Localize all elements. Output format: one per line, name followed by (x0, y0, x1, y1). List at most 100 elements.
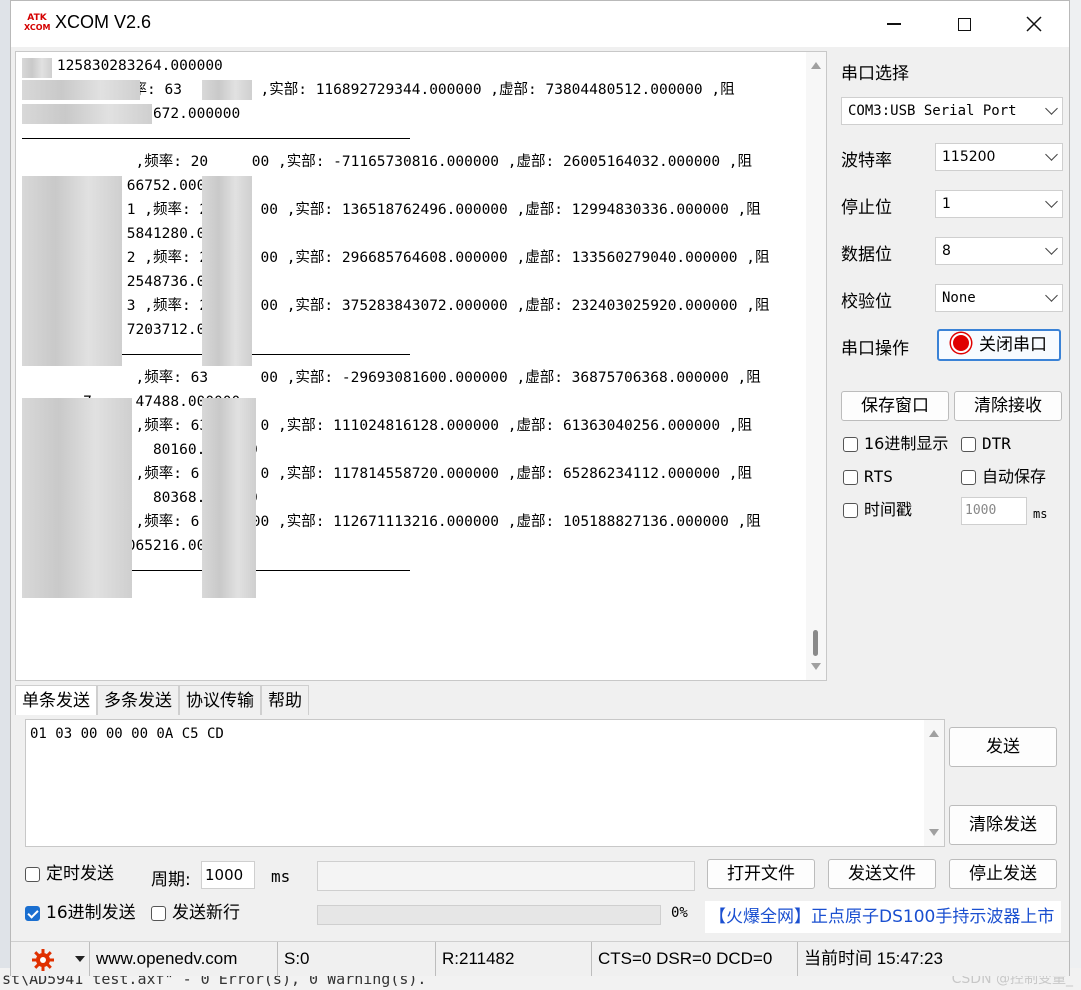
save-window-button[interactable]: 保存窗口 (841, 391, 949, 421)
gear-icon[interactable] (31, 948, 55, 972)
send-tabs: 单条发送 多条发送 协议传输 帮助 (15, 685, 309, 715)
send-text: 01 03 00 00 00 0A C5 CD (30, 726, 224, 742)
chevron-down-icon (1045, 195, 1058, 208)
scroll-thumb[interactable] (813, 630, 818, 656)
blur-mask (202, 80, 252, 100)
minimize-button[interactable] (859, 1, 929, 47)
baud-select[interactable]: 115200 (935, 143, 1063, 171)
period-unit: ms (271, 867, 291, 886)
send-file-button[interactable]: 发送文件 (828, 859, 936, 889)
received-count: R:211482 (435, 942, 591, 976)
stop-send-button[interactable]: 停止发送 (949, 859, 1057, 889)
period-label: 周期: (151, 870, 191, 890)
parity-select[interactable]: None (935, 284, 1063, 312)
send-scrollbar[interactable] (924, 720, 944, 846)
checkbox-icon (151, 906, 166, 921)
tab-single-send[interactable]: 单条发送 (15, 685, 97, 715)
clear-receive-button[interactable]: 清除接收 (954, 391, 1062, 421)
separator-line (22, 126, 812, 150)
tab-help[interactable]: 帮助 (261, 685, 309, 715)
receive-line: ,频率: 63 0 ,实部: 111024816128.000000 ,虚部: … (22, 418, 753, 434)
close-port-button[interactable]: 关闭串口 (937, 329, 1061, 361)
checkbox-icon (843, 437, 858, 452)
send-progress-bar (317, 905, 661, 925)
port-label: 串口选择 (841, 64, 909, 84)
window-title: XCOM V2.6 (55, 12, 152, 32)
data-bits-label: 数据位 (841, 245, 892, 265)
blur-mask (22, 398, 132, 598)
scroll-up-icon[interactable] (929, 730, 939, 737)
chevron-down-icon (1045, 242, 1058, 255)
receive-line: ,频率: 63 00 ,实部: -29693081600.000000 ,虚部:… (22, 370, 761, 386)
xcom-window: ATK XCOM XCOM V2.6 125830283264.000000 ,… (10, 0, 1070, 976)
separator-line (22, 342, 812, 366)
port-select[interactable]: COM3:USB Serial Port (841, 97, 1063, 125)
rts-checkbox[interactable]: RTS (843, 466, 893, 488)
port-op-label: 串口操作 (841, 339, 909, 359)
checkbox-icon (961, 437, 976, 452)
hex-display-checkbox[interactable]: 16进制显示 (843, 433, 948, 455)
receive-line: 2 ,频率: 20 00 ,实部: 296685764608.000000 ,虚… (22, 250, 770, 266)
open-file-button[interactable]: 打开文件 (707, 859, 815, 889)
parity-label: 校验位 (841, 292, 892, 312)
send-input-area[interactable]: 01 03 00 00 00 0A C5 CD (25, 719, 945, 847)
receive-line: 125830283264.000000 (22, 58, 223, 74)
stop-bits-label: 停止位 (841, 198, 892, 218)
receive-line: 134 80368.000000 (22, 490, 258, 506)
receive-scrollbar[interactable] (806, 52, 826, 680)
receive-line: ,频率: 20 00 ,实部: -71165730816.000000 ,虚部:… (22, 154, 753, 170)
file-path-field[interactable] (317, 861, 695, 891)
receive-line: 126 80160.000000 (22, 442, 258, 458)
period-input[interactable]: 1000 (201, 861, 255, 889)
send-progress-percent: 0% (671, 905, 688, 921)
blur-mask (22, 176, 122, 366)
scroll-down-icon[interactable] (929, 829, 939, 836)
website-link[interactable]: www.openedv.com (89, 942, 277, 976)
maximize-button[interactable] (929, 1, 999, 47)
current-time: 当前时间 15:47:23 (797, 942, 1069, 976)
close-icon (1026, 16, 1042, 32)
checkbox-icon (961, 470, 976, 485)
checkbox-icon (25, 867, 40, 882)
tab-multi-send[interactable]: 多条发送 (97, 685, 179, 715)
blur-mask (22, 104, 152, 124)
maximize-icon (957, 17, 971, 31)
checkbox-checked-icon (25, 906, 40, 921)
checkbox-icon (843, 503, 858, 518)
timed-send-checkbox[interactable]: 定时发送 (25, 863, 114, 885)
chevron-down-icon[interactable] (75, 956, 85, 962)
baud-label: 波特率 (841, 151, 892, 171)
receive-line: 7 47488.000000 (83, 394, 241, 410)
status-bar: www.openedv.com S:0 R:211482 CTS=0 DSR=0… (11, 941, 1069, 976)
close-window-button[interactable] (999, 1, 1069, 47)
blur-mask (22, 58, 52, 78)
tab-protocol[interactable]: 协议传输 (179, 685, 261, 715)
receive-text: 125830283264.000000 ,频率: 63 00 ,实部: 1168… (22, 54, 812, 582)
scroll-down-icon[interactable] (811, 663, 821, 670)
sent-count: S:0 (277, 942, 435, 976)
receive-area[interactable]: 125830283264.000000 ,频率: 63 00 ,实部: 1168… (15, 51, 827, 681)
app-logo-icon: ATK XCOM (24, 13, 51, 32)
timestamp-checkbox[interactable]: 时间戳 (843, 499, 912, 521)
chevron-down-icon (1045, 148, 1058, 161)
receive-line: ,频率: 6 00 ,实部: 112671113216.000000 ,虚部: … (22, 514, 761, 530)
send-newline-checkbox[interactable]: 发送新行 (151, 902, 240, 924)
receive-line: ,频率: 63 00 ,实部: 116892729344.000000 ,虚部:… (22, 82, 735, 98)
stop-bits-select[interactable]: 1 (935, 190, 1063, 218)
checkbox-icon (843, 470, 858, 485)
hex-send-checkbox[interactable]: 16进制发送 (25, 902, 136, 924)
blur-mask (202, 398, 256, 598)
clear-send-button[interactable]: 清除发送 (949, 805, 1057, 845)
scroll-up-icon[interactable] (811, 62, 821, 69)
chevron-down-icon (1045, 102, 1058, 115)
timestamp-interval-input[interactable]: 1000 (961, 497, 1027, 525)
send-button[interactable]: 发送 (949, 727, 1057, 767)
receive-line: 141065216.000000 (100, 538, 241, 554)
receive-line: 7203712.000000 (22, 322, 249, 338)
dtr-checkbox[interactable]: DTR (961, 433, 1011, 455)
promo-link[interactable]: 【火爆全网】正点原子DS100手持示波器上市 (705, 901, 1061, 933)
title-bar[interactable]: ATK XCOM XCOM V2.6 (11, 1, 1069, 47)
data-bits-select[interactable]: 8 (935, 237, 1063, 265)
auto-save-checkbox[interactable]: 自动保存 (961, 466, 1046, 488)
receive-line: ,频率: 6 0 ,实部: 117814558720.000000 ,虚部: 6… (22, 466, 753, 482)
